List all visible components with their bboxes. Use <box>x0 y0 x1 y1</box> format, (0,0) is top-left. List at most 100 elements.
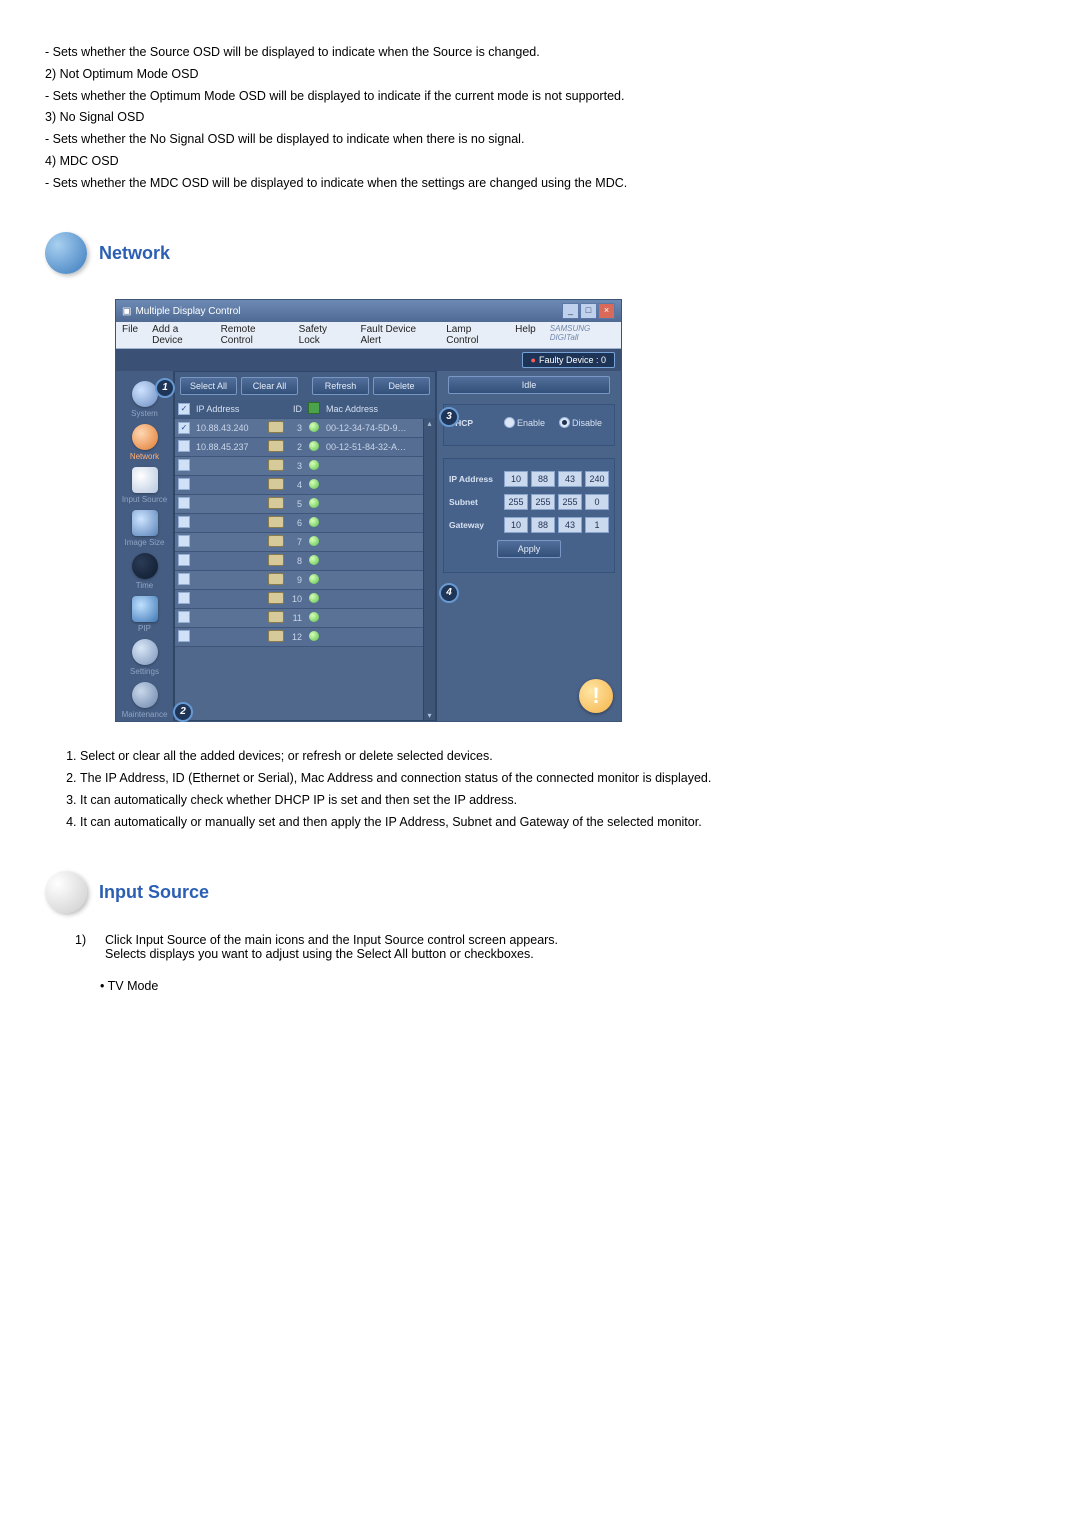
table-row[interactable]: ✓10.88.43.240300-12-34-74-5D-9… <box>175 419 423 438</box>
row-checkbox[interactable] <box>178 592 190 604</box>
checkbox-all[interactable]: ✓ <box>178 403 190 415</box>
menu-file[interactable]: File <box>122 324 138 346</box>
gw-oct-3[interactable]: 43 <box>558 517 582 533</box>
mdc-menubar: File Add a Device Remote Control Safety … <box>116 322 621 349</box>
row-checkbox[interactable] <box>178 535 190 547</box>
table-row[interactable]: 5 <box>175 495 423 514</box>
cell-ip <box>193 502 265 506</box>
subnet-oct-1[interactable]: 255 <box>504 494 528 510</box>
maintenance-icon <box>132 682 158 708</box>
legend-2: The IP Address, ID (Ethernet or Serial),… <box>80 769 1035 788</box>
system-icon <box>132 381 158 407</box>
col-id[interactable]: ID <box>287 402 305 416</box>
table-row[interactable]: 3 <box>175 457 423 476</box>
row-checkbox[interactable] <box>178 630 190 642</box>
row-checkbox[interactable] <box>178 611 190 623</box>
network-legend: Select or clear all the added devices; o… <box>80 747 1035 831</box>
clear-all-button[interactable]: Clear All <box>241 377 298 395</box>
scrollbar[interactable]: ▴▾ <box>423 419 435 720</box>
row-checkbox[interactable] <box>178 497 190 509</box>
cell-mac <box>323 616 423 620</box>
table-row[interactable]: 10.88.45.237200-12-51-84-32-A… <box>175 438 423 457</box>
ip-oct-3[interactable]: 43 <box>558 471 582 487</box>
intro-notoptimum-desc: - Sets whether the Optimum Mode OSD will… <box>45 87 1035 106</box>
row-checkbox[interactable]: ✓ <box>178 422 190 434</box>
input-source-icon <box>132 467 158 493</box>
sidebar-item-system[interactable]: 1 System <box>116 377 173 420</box>
menu-remote-control[interactable]: Remote Control <box>221 324 285 346</box>
row-checkbox[interactable] <box>178 516 190 528</box>
subnet-oct-2[interactable]: 255 <box>531 494 555 510</box>
sidebar-item-maintenance[interactable]: Maintenance <box>116 678 173 721</box>
row-checkbox[interactable] <box>178 573 190 585</box>
connection-icon <box>268 440 284 452</box>
ip-oct-4[interactable]: 240 <box>585 471 609 487</box>
connection-icon <box>268 630 284 642</box>
menu-add-device[interactable]: Add a Device <box>152 324 206 346</box>
subnet-oct-4[interactable]: 0 <box>585 494 609 510</box>
row-checkbox[interactable] <box>178 478 190 490</box>
table-row[interactable]: 11 <box>175 609 423 628</box>
close-button[interactable]: × <box>598 303 615 319</box>
sidebar-item-inputsource[interactable]: Input Source <box>116 463 173 506</box>
table-row[interactable]: 9 <box>175 571 423 590</box>
cell-ip <box>193 483 265 487</box>
status-icon <box>309 498 319 508</box>
ip-oct-2[interactable]: 88 <box>531 471 555 487</box>
idle-button[interactable]: Idle <box>448 376 610 394</box>
inputsource-line1: Click Input Source of the main icons and… <box>105 933 558 947</box>
sidebar-item-label: Input Source <box>116 495 173 504</box>
app-icon: ▣ <box>122 306 131 317</box>
table-row[interactable]: 10 <box>175 590 423 609</box>
table-row[interactable]: 4 <box>175 476 423 495</box>
legend-3: It can automatically check whether DHCP … <box>80 791 1035 810</box>
faulty-device-badge: ●Faulty Device : 0 <box>522 352 615 368</box>
cell-id: 8 <box>287 554 305 568</box>
row-checkbox[interactable] <box>178 459 190 471</box>
sidebar-item-imagesize[interactable]: Image Size <box>116 506 173 549</box>
sidebar-item-label: PIP <box>116 624 173 633</box>
cell-mac <box>323 464 423 468</box>
dhcp-enable-radio[interactable]: Enable <box>504 417 545 428</box>
minimize-button[interactable]: _ <box>562 303 579 319</box>
callout-1: 1 <box>155 378 175 398</box>
col-ip[interactable]: IP Address <box>193 402 265 416</box>
table-row[interactable]: 7 <box>175 533 423 552</box>
gw-oct-1[interactable]: 10 <box>504 517 528 533</box>
row-checkbox[interactable] <box>178 554 190 566</box>
warning-icon: ! <box>579 679 613 713</box>
intro-source-osd-desc: - Sets whether the Source OSD will be di… <box>45 43 1035 62</box>
intro-notoptimum-head: 2) Not Optimum Mode OSD <box>45 65 1035 84</box>
sidebar-item-label: Network <box>116 452 173 461</box>
sidebar-item-network[interactable]: Network <box>116 420 173 463</box>
connection-icon <box>268 459 284 471</box>
col-mac[interactable]: Mac Address <box>323 402 435 416</box>
cell-mac <box>323 559 423 563</box>
menu-lamp-control[interactable]: Lamp Control <box>446 324 501 346</box>
table-row[interactable]: 12 <box>175 628 423 647</box>
sidebar-item-pip[interactable]: PIP <box>116 592 173 635</box>
gw-oct-2[interactable]: 88 <box>531 517 555 533</box>
table-row[interactable]: 8 <box>175 552 423 571</box>
inputsource-line2: Selects displays you want to adjust usin… <box>105 947 558 961</box>
delete-button[interactable]: Delete <box>373 377 430 395</box>
menu-fault-alert[interactable]: Fault Device Alert <box>361 324 433 346</box>
inputsource-tv-mode: • TV Mode <box>100 979 1035 993</box>
apply-button[interactable]: Apply <box>497 540 561 558</box>
select-all-button[interactable]: Select All <box>180 377 237 395</box>
status-icon <box>309 631 319 641</box>
refresh-button[interactable]: Refresh <box>312 377 369 395</box>
sidebar-item-settings[interactable]: Settings <box>116 635 173 678</box>
sidebar-item-time[interactable]: Time <box>116 549 173 592</box>
ip-oct-1[interactable]: 10 <box>504 471 528 487</box>
maximize-button[interactable]: □ <box>580 303 597 319</box>
dhcp-disable-radio[interactable]: Disable <box>559 417 602 428</box>
menu-help[interactable]: Help <box>515 324 536 346</box>
table-row[interactable]: 6 <box>175 514 423 533</box>
row-checkbox[interactable] <box>178 440 190 452</box>
gw-oct-4[interactable]: 1 <box>585 517 609 533</box>
cell-id: 4 <box>287 478 305 492</box>
cell-mac: 00-12-34-74-5D-9… <box>323 421 423 435</box>
subnet-oct-3[interactable]: 255 <box>558 494 582 510</box>
menu-safety-lock[interactable]: Safety Lock <box>299 324 347 346</box>
